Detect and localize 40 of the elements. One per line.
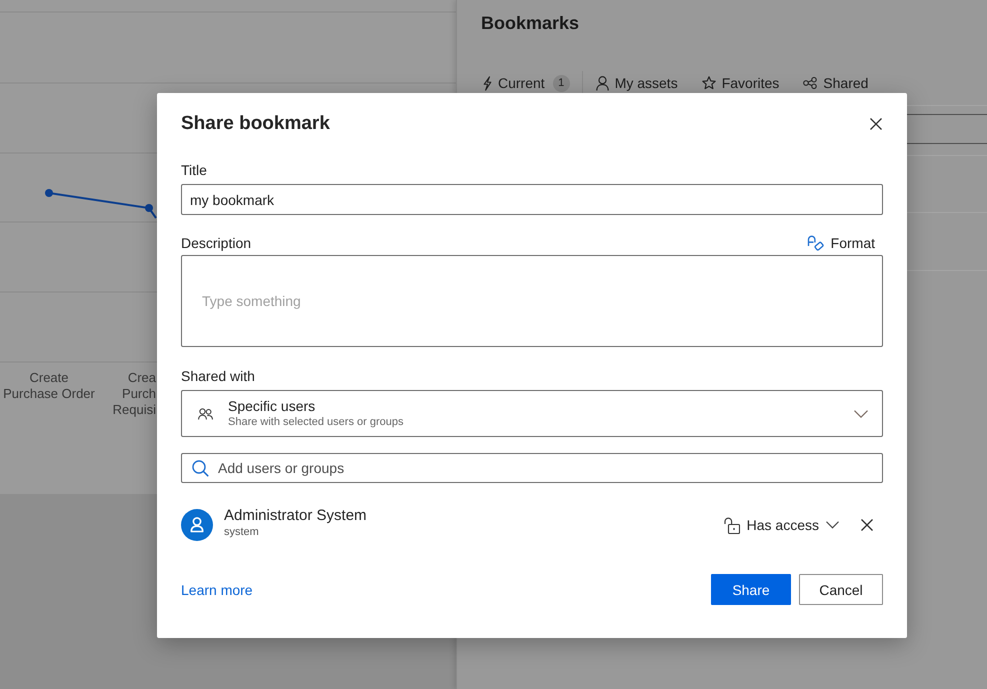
star-icon	[702, 76, 716, 90]
count-badge: 1	[552, 74, 570, 92]
avatar-icon	[181, 509, 213, 541]
learn-more-link[interactable]: Learn more	[181, 582, 253, 598]
lightning-icon	[483, 76, 492, 90]
field-label: Title	[181, 161, 207, 179]
tab[interactable]: My assets	[596, 75, 678, 91]
member-username: system	[224, 525, 259, 539]
chevron-down-icon	[854, 410, 868, 418]
search-icon	[192, 460, 209, 477]
panel-title: Bookmarks	[481, 12, 580, 34]
eraser-icon	[806, 234, 824, 252]
close-icon[interactable]	[870, 118, 882, 130]
option-description: Share with selected users or groups	[228, 415, 404, 429]
member-name: Administrator System	[224, 507, 367, 525]
axis-label: Crea Purch Requisi	[112, 370, 156, 418]
chart-point	[145, 204, 153, 212]
selected-option: Specific users	[228, 398, 316, 415]
open-padlock-icon	[724, 516, 740, 534]
access-dropdown[interactable]: Has access	[724, 516, 839, 534]
dialog-title: Share bookmark	[181, 112, 330, 136]
field-label: Description	[181, 234, 252, 252]
tab[interactable]: Current 1	[483, 74, 570, 92]
share-nodes-icon	[803, 77, 818, 89]
share-scope-dropdown[interactable]: Specific users Share with selected users or groups	[181, 390, 883, 437]
people-icon	[198, 408, 213, 420]
close-icon[interactable]	[861, 519, 873, 531]
person-icon	[596, 76, 609, 90]
cancel-button[interactable]: Cancel	[799, 574, 883, 605]
tab[interactable]: Favorites	[702, 75, 780, 91]
axis-label: Create Purchase Order	[2, 370, 96, 403]
title-input[interactable]: my bookmark	[181, 184, 883, 215]
description-textarea[interactable]: Type something	[181, 255, 883, 347]
share-button[interactable]: Share	[711, 574, 791, 605]
format-button[interactable]: Format	[806, 234, 875, 252]
field-label: Shared with	[181, 367, 255, 385]
user-search-field[interactable]: Add users or groups	[181, 453, 883, 483]
tab[interactable]: Shared	[803, 75, 868, 91]
chevron-down-icon	[826, 521, 839, 529]
chart-point	[45, 189, 53, 197]
